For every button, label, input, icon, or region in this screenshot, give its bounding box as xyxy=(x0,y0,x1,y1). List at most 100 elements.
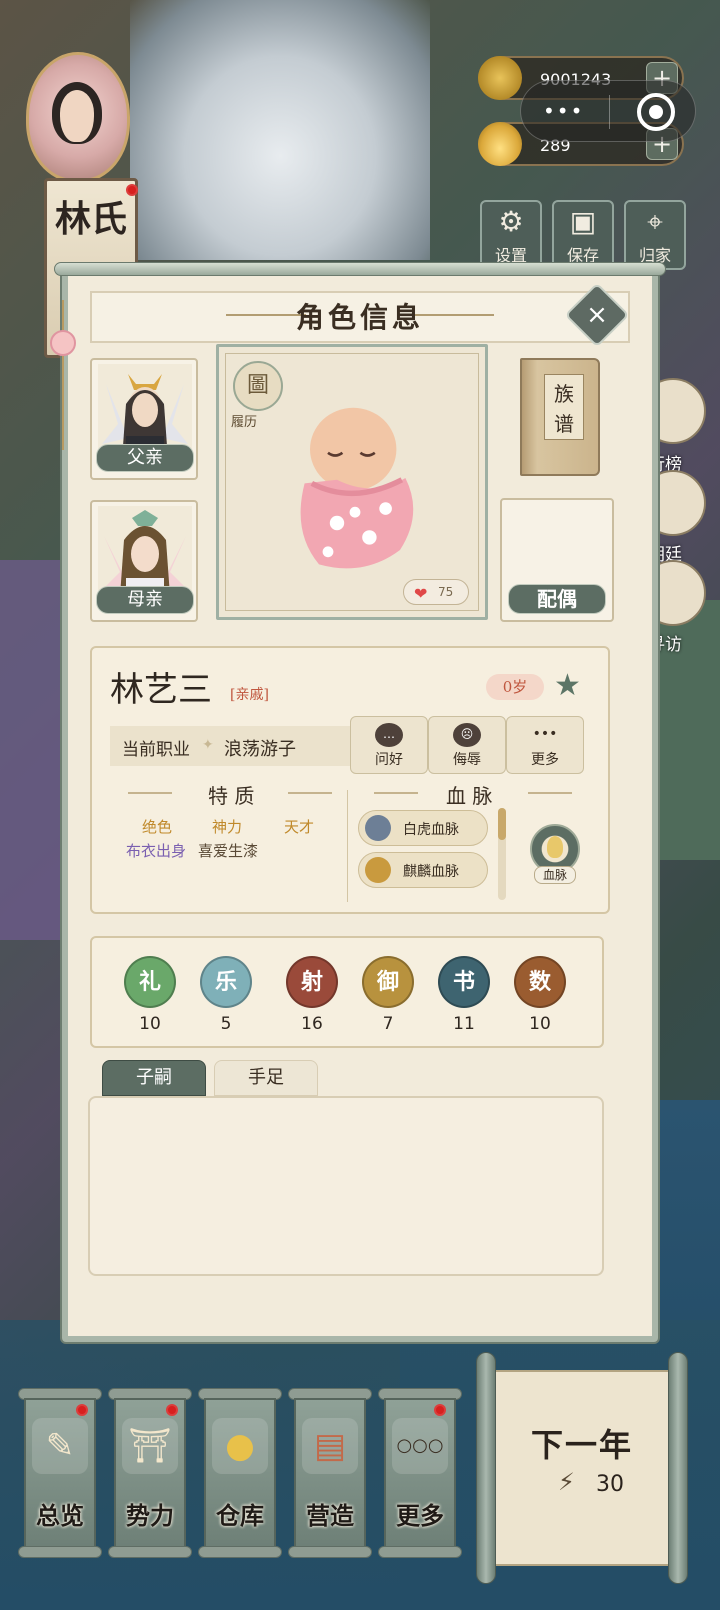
baby-illustration xyxy=(300,407,414,569)
close-miniprogram-button[interactable] xyxy=(637,93,675,131)
gear-icon: ⚙ xyxy=(498,205,524,238)
miniprogram-capsule: ••• xyxy=(520,80,696,142)
player-surname: 林氏 xyxy=(54,198,127,240)
more-options-button[interactable]: ••• xyxy=(543,99,584,123)
stat-value: 7 xyxy=(382,1014,394,1034)
next-year-label: 下一年 xyxy=(530,1426,633,1464)
bloodline-button[interactable]: 血脉 xyxy=(530,824,580,884)
tab-siblings[interactable]: 手足 xyxy=(214,1060,318,1096)
go-home-button[interactable]: ⌖ 归家 xyxy=(624,200,686,270)
character-relation: [亲戚] xyxy=(230,687,269,703)
spouse-label: 配偶 xyxy=(508,584,606,614)
bloodline-name: 麒麟血脉 xyxy=(403,864,459,880)
section-divider xyxy=(347,790,348,902)
scroll-rod xyxy=(54,262,666,276)
save-button[interactable]: ▣ 保存 xyxy=(552,200,614,270)
palace-icon: ⛩ xyxy=(122,1418,178,1474)
greet-button[interactable]: … 问好 xyxy=(350,716,428,774)
next-year-button[interactable]: 下一年 ⚡ 30 xyxy=(472,1352,692,1584)
father-card[interactable]: 父亲 xyxy=(90,358,198,480)
calligraphy-icon: 书 xyxy=(438,956,490,1008)
stat-mathematics: 数 10 xyxy=(512,956,568,1034)
snow-mountain xyxy=(130,0,430,260)
location-pin-icon: ⌖ xyxy=(647,205,663,238)
bloodline-item[interactable]: 白虎血脉 xyxy=(358,810,488,846)
rites-icon: 礼 xyxy=(124,956,176,1008)
notification-dot xyxy=(434,1404,446,1416)
scroll-roll-bottom xyxy=(198,1546,282,1558)
genealogy-book-button[interactable]: 族谱 xyxy=(520,358,600,476)
nav-label: 营造 xyxy=(306,1501,354,1530)
angry-face-icon: ☹ xyxy=(453,723,481,747)
notification-dot xyxy=(76,1404,88,1416)
character-name: 林艺三 xyxy=(110,670,212,710)
bloodline-ornament-right xyxy=(528,792,572,794)
stat-archery: 射 16 xyxy=(284,956,340,1034)
trait-item[interactable]: 神力 xyxy=(212,816,242,837)
scroll-roll-bottom xyxy=(378,1546,462,1558)
genealogy-label: 族谱 xyxy=(544,374,584,440)
music-icon: 乐 xyxy=(200,956,252,1008)
bloodline-scrollbar[interactable] xyxy=(498,808,506,900)
notification-dot xyxy=(166,1404,178,1416)
occupation-value: 浪荡游子 xyxy=(224,739,296,760)
nav-construction[interactable]: ▤ 营造 xyxy=(288,1388,372,1558)
scroll-roll-left xyxy=(476,1352,496,1584)
relatives-list xyxy=(88,1096,604,1276)
stat-value: 10 xyxy=(529,1014,551,1034)
trowel-bricks-icon: ▤ xyxy=(302,1418,358,1474)
more-actions-label: 更多 xyxy=(531,752,559,768)
capsule-divider xyxy=(609,95,610,129)
more-actions-button[interactable]: ••• 更多 xyxy=(506,716,584,774)
occupation-separator-icon: ✦ xyxy=(202,737,214,753)
player-avatar[interactable] xyxy=(22,52,134,192)
trait-item[interactable]: 布衣出身 xyxy=(126,840,186,861)
stat-calligraphy: 书 11 xyxy=(436,956,492,1034)
stat-charioteering: 御 7 xyxy=(360,956,416,1034)
nav-label: 总览 xyxy=(36,1501,84,1530)
scroll-brush-icon: ✎ xyxy=(32,1418,88,1474)
nav-warehouse[interactable]: ● 仓库 xyxy=(198,1388,282,1558)
greet-label: 问好 xyxy=(375,752,403,768)
money-bag-icon: ● xyxy=(212,1418,268,1474)
close-icon: × xyxy=(586,300,608,330)
archery-icon: 射 xyxy=(286,956,338,1008)
speech-bubble-icon: … xyxy=(375,723,403,747)
mother-card[interactable]: 母亲 xyxy=(90,500,198,622)
more-dots-icon: ○○○ xyxy=(392,1418,448,1474)
star-icon[interactable]: ★ xyxy=(554,668,581,703)
scroll-roll-right xyxy=(668,1352,688,1584)
nav-label: 更多 xyxy=(396,1501,444,1530)
tab-children[interactable]: 子嗣 xyxy=(102,1060,206,1096)
stat-rites: 礼 10 xyxy=(122,956,178,1034)
avatar-face xyxy=(52,82,102,144)
trait-item[interactable]: 绝色 xyxy=(142,816,172,837)
scroll-roll-bottom xyxy=(18,1546,102,1558)
traits-ornament-left xyxy=(128,792,172,794)
bloodline-header: 血 脉 xyxy=(446,784,493,808)
bloodline-ornament-left xyxy=(374,792,418,794)
nav-more[interactable]: ○○○ 更多 xyxy=(378,1388,462,1558)
settings-button[interactable]: ⚙ 设置 xyxy=(480,200,542,270)
gold-ingot-icon xyxy=(478,122,522,166)
bloodline-item[interactable]: 麒麟血脉 xyxy=(358,852,488,888)
white-tiger-icon xyxy=(365,815,391,841)
age-badge: 0岁 xyxy=(486,674,544,700)
affection-badge: ❤ 75 xyxy=(403,579,469,605)
bloodline-name: 白虎血脉 xyxy=(403,822,459,838)
trait-item[interactable]: 喜爱生漆 xyxy=(198,840,258,861)
father-label: 父亲 xyxy=(96,444,194,472)
trait-item[interactable]: 天才 xyxy=(284,816,314,837)
affection-value: 75 xyxy=(438,585,454,599)
mathematics-icon: 数 xyxy=(514,956,566,1008)
spouse-card[interactable]: 配偶 xyxy=(500,498,614,622)
stat-value: 11 xyxy=(453,1014,475,1034)
scroll-roll-bottom xyxy=(108,1546,192,1558)
heart-icon: ❤ xyxy=(414,584,428,603)
stat-music: 乐 5 xyxy=(198,956,254,1034)
scrollbar-thumb[interactable] xyxy=(498,808,506,840)
occupation-label: 当前职业 xyxy=(122,740,190,760)
insult-button[interactable]: ☹ 侮辱 xyxy=(428,716,506,774)
lightning-icon: ⚡ xyxy=(558,1468,575,1496)
copper-coin-icon xyxy=(478,56,522,100)
